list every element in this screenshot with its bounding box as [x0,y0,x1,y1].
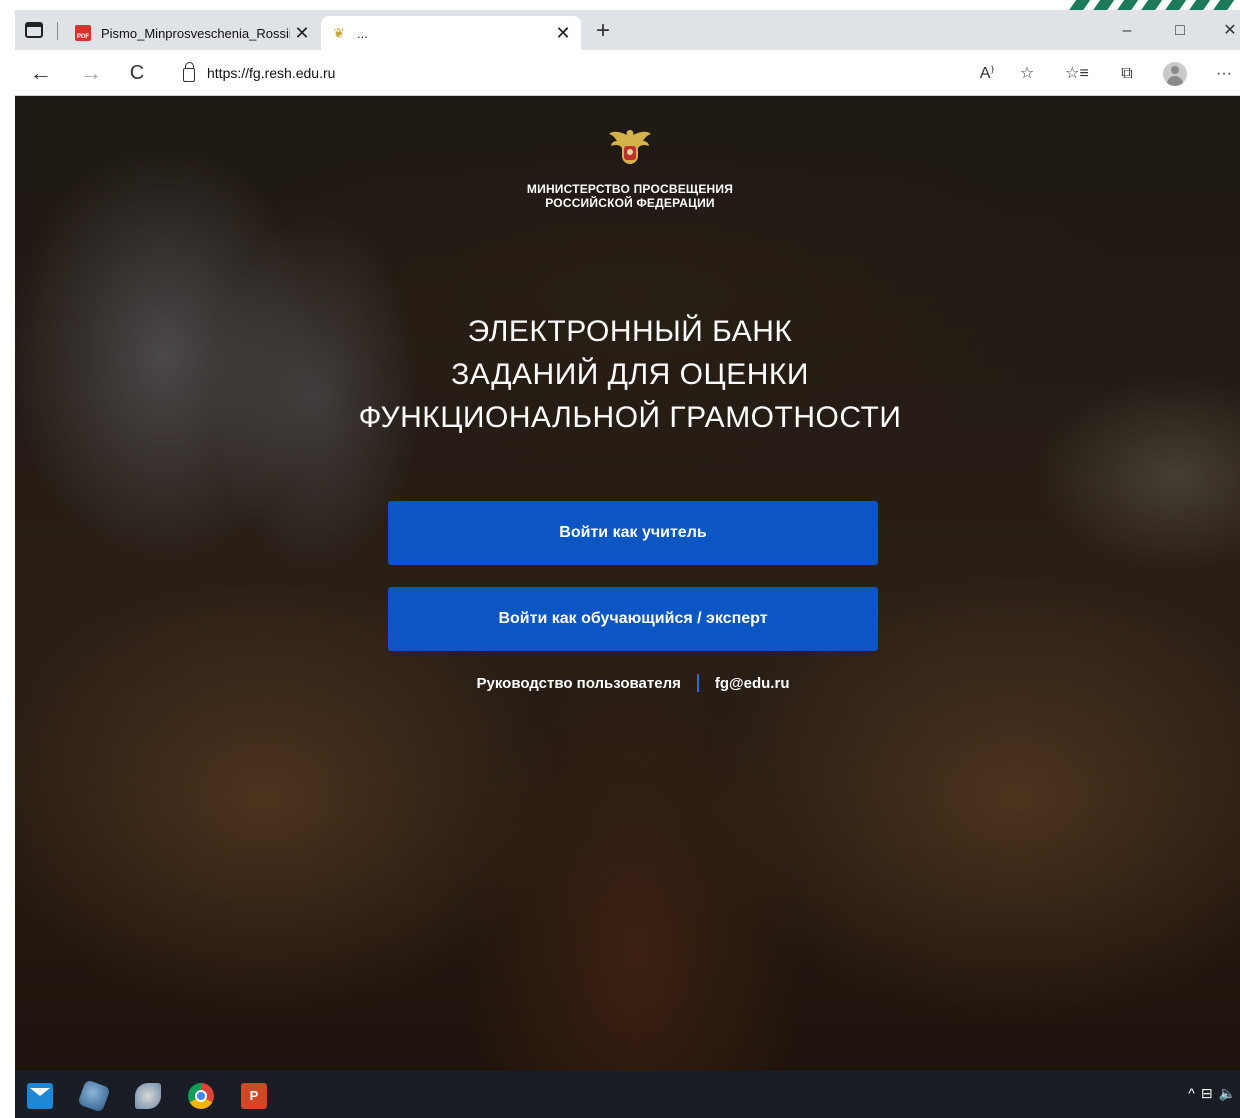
system-tray: ^ ⊟ 🔈 [1160,1085,1240,1107]
close-tab-icon[interactable]: ✕ [290,23,314,44]
minimize-button[interactable]: – [1107,18,1147,44]
link-separator [696,674,699,692]
tab-actions-icon[interactable] [25,22,43,38]
close-tab-icon[interactable]: ✕ [551,23,575,44]
ministry-line: МИНИСТЕРСТВО ПРОСВЕЩЕНИЯ [526,182,734,196]
title-line: ФУНКЦИОНАЛЬНОЙ ГРАМОТНОСТИ [358,401,902,434]
page-title: ЭЛЕКТРОННЫЙ БАНК ЗАДАНИЙ ДЛЯ ОЦЕНКИ ФУНК… [277,310,983,439]
tab-pdf[interactable]: PDF Pismo_Minprosveschenia_Rossii_ ✕ [65,16,320,50]
screenshot-frame: PDF Pismo_Minprosveschenia_Rossii_ ✕ ❦ .… [0,0,1240,1118]
ministry-line: РОССИЙСКОЙ ФЕДЕРАЦИИ [545,196,715,210]
ministry-name: МИНИСТЕРСТВО ПРОСВЕЩЕНИЯ РОССИЙСКОЙ ФЕДЕ… [427,182,833,210]
login-student-expert-button[interactable]: Войти как обучающийся / эксперт [388,587,878,651]
lock-icon[interactable] [183,62,195,82]
chrome-icon[interactable] [188,1083,214,1109]
volume-icon[interactable]: 🔈 [1219,1085,1236,1107]
pdf-icon: PDF [75,25,91,41]
coat-of-arms-icon [609,130,651,164]
eagle-emblem-icon: ❦ [333,25,345,41]
network-icon[interactable]: ⊟ [1201,1085,1213,1107]
read-aloud-icon[interactable]: A⁾ [973,60,1001,88]
footer-links: Руководство пользователя fg@edu.ru [388,674,878,692]
refresh-button[interactable]: C [123,59,151,87]
tab-strip: PDF Pismo_Minprosveschenia_Rossii_ ✕ ❦ .… [15,10,1240,50]
page-viewport: МИНИСТЕРСТВО ПРОСВЕЩЕНИЯ РОССИЙСКОЙ ФЕДЕ… [15,96,1240,1071]
powerpoint-icon[interactable]: P [241,1083,267,1109]
close-window-button[interactable]: ✕ [1210,18,1240,44]
url-text[interactable]: https://fg.resh.edu.ru [207,65,335,81]
new-tab-button[interactable]: + [591,19,615,44]
add-favorite-icon[interactable]: ☆ [1013,60,1041,88]
browser-toolbar: ← → C https://fg.resh.edu.ru A⁾ ☆ ☆≡ ⧉ ·… [15,50,1240,96]
collections-icon[interactable]: ⧉ [1113,60,1141,88]
browser-window: PDF Pismo_Minprosveschenia_Rossii_ ✕ ❦ .… [15,10,1240,1118]
user-manual-link[interactable]: Руководство пользователя [477,675,681,692]
app-icon[interactable] [135,1083,161,1109]
maximize-button[interactable]: □ [1160,18,1200,44]
tab-label: ... [357,25,368,41]
background-image [15,96,1240,1071]
more-icon[interactable]: ··· [1210,60,1238,88]
title-line: ЭЛЕКТРОННЫЙ БАНК [467,315,793,348]
app-icon[interactable] [77,1079,111,1113]
taskbar: P ^ ⊟ 🔈 [15,1071,1240,1118]
back-button[interactable]: ← [27,59,55,87]
profile-icon[interactable] [1163,62,1187,86]
address-bar[interactable]: https://fg.resh.edu.ru [175,58,975,88]
email-link[interactable]: fg@edu.ru [715,675,790,692]
title-line: ЗАДАНИЙ ДЛЯ ОЦЕНКИ [451,358,809,391]
favorites-icon[interactable]: ☆≡ [1063,60,1091,88]
tab-active[interactable]: ❦ ... ✕ [321,16,581,50]
chevron-up-icon[interactable]: ^ [1188,1085,1195,1107]
login-teacher-button[interactable]: Войти как учитель [388,501,878,565]
tab-separator [57,22,58,40]
mail-icon[interactable] [27,1083,53,1109]
tab-label: Pismo_Minprosveschenia_Rossii_ [101,25,290,41]
forward-button[interactable]: → [77,59,105,87]
